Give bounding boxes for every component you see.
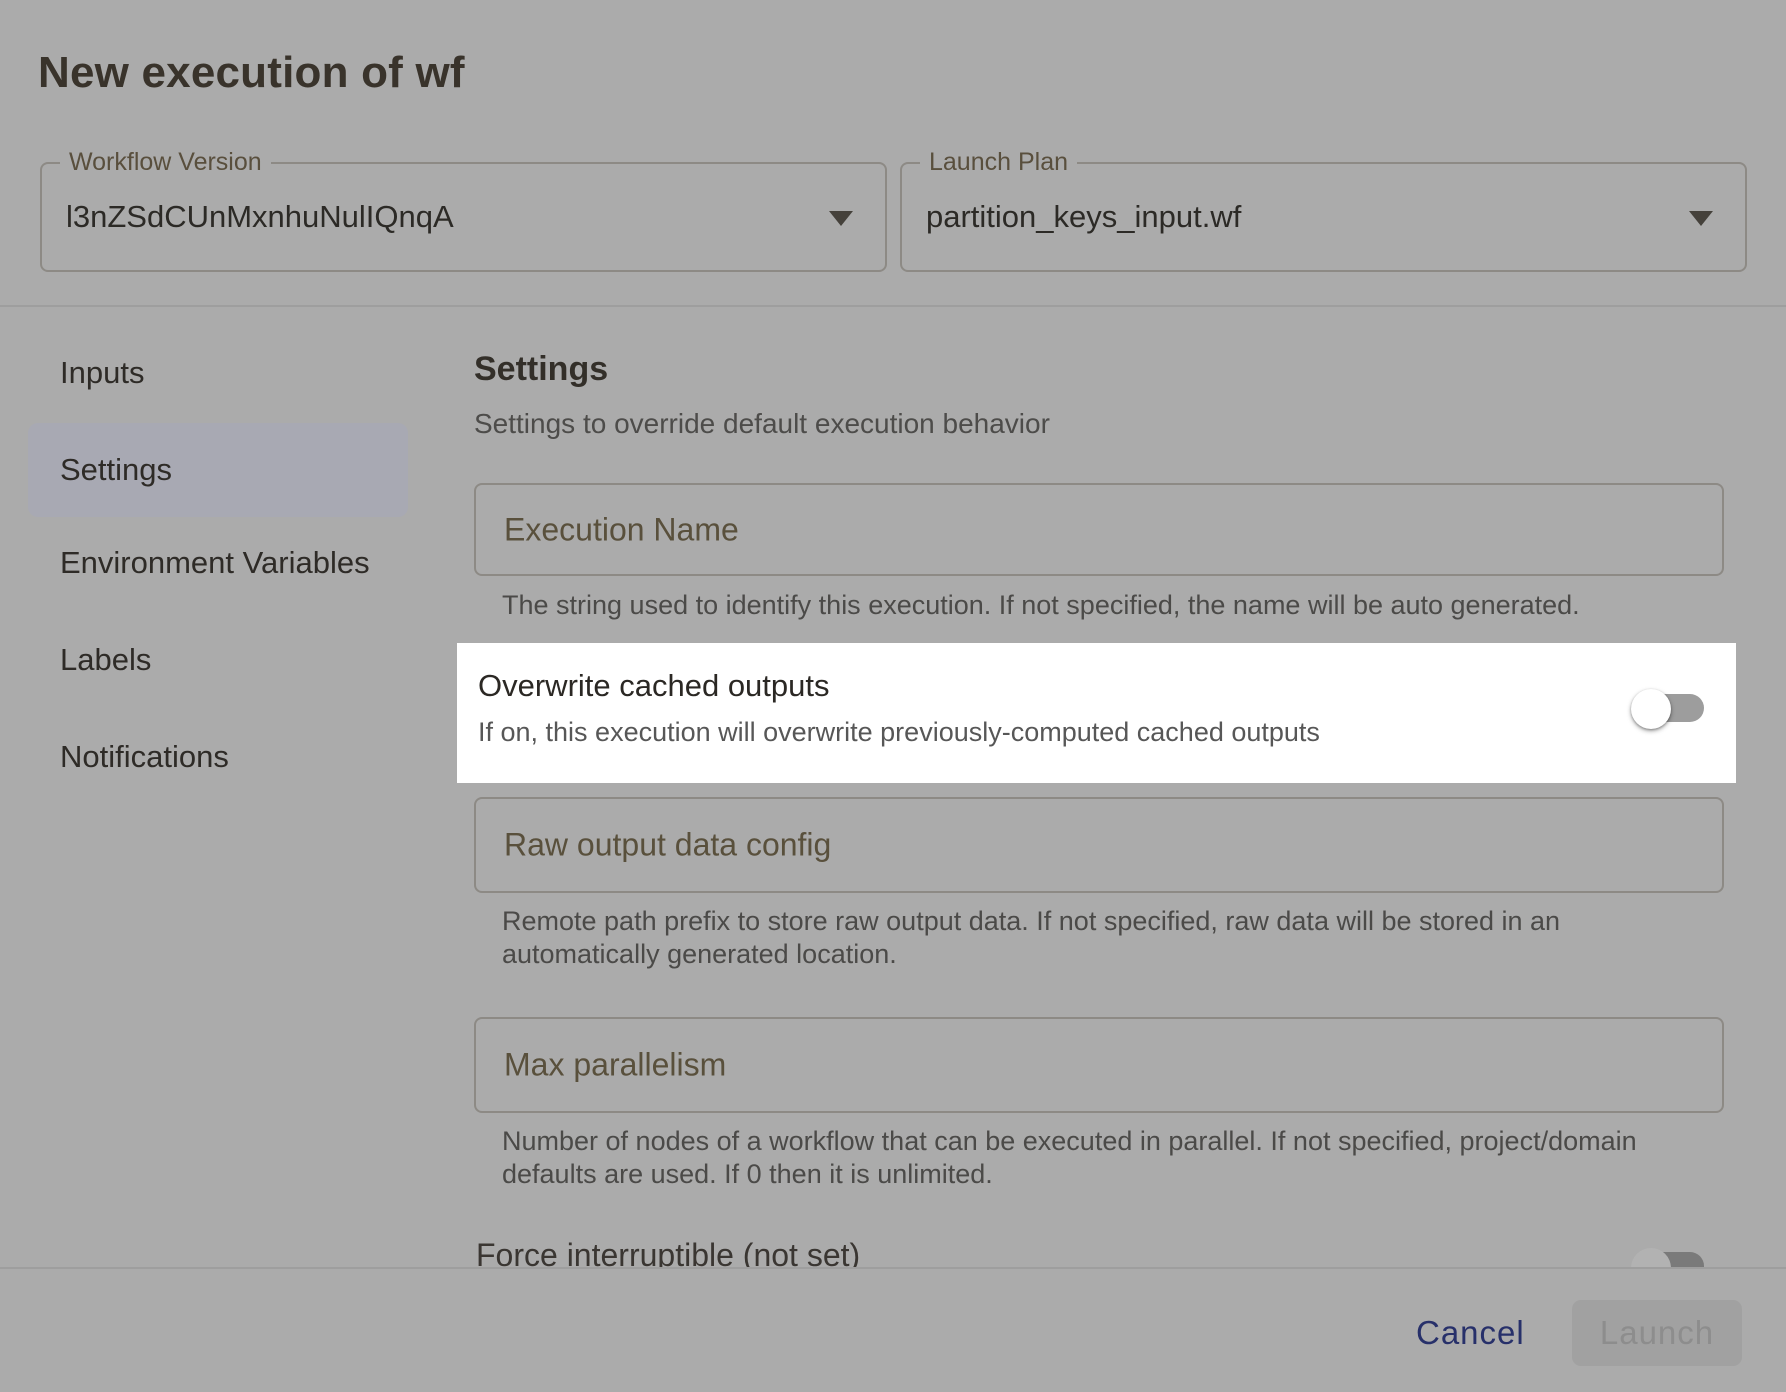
overwrite-cached-outputs-row: Overwrite cached outputs If on, this exe…: [457, 643, 1736, 783]
workflow-version-value: l3nZSdCUnMxnhuNulIQnqA: [66, 199, 454, 235]
workflow-version-label: Workflow Version: [60, 148, 271, 177]
sidebar-item-inputs[interactable]: Inputs: [28, 326, 408, 420]
max-parallelism-field[interactable]: Max parallelism: [474, 1017, 1724, 1113]
cancel-button[interactable]: Cancel: [1416, 1314, 1525, 1352]
toggle-track: [1635, 1252, 1704, 1267]
max-parallelism-helper-line-1: Number of nodes of a workflow that can b…: [502, 1126, 1637, 1157]
footer-divider: [0, 1267, 1786, 1269]
force-interruptible-row: Force interruptible (not set): [457, 1235, 1736, 1267]
force-interruptible-label: Force interruptible (not set): [476, 1237, 860, 1267]
overwrite-cached-outputs-label: Overwrite cached outputs: [478, 668, 830, 704]
execution-name-helper-text: The string used to identify this executi…: [502, 590, 1580, 621]
raw-output-helper-line-2: automatically generated location.: [502, 939, 897, 970]
toggle-knob: [1631, 1248, 1671, 1267]
settings-section-subheading: Settings to override default execution b…: [474, 408, 1050, 440]
max-parallelism-label: Max parallelism: [504, 1047, 726, 1084]
sidebar-item-environment-variables[interactable]: Environment Variables: [28, 516, 408, 610]
execution-name-label: Execution Name: [504, 511, 739, 548]
new-execution-dialog: New execution of wf Workflow Version l3n…: [0, 0, 1786, 1392]
overwrite-cached-outputs-toggle[interactable]: [457, 643, 1736, 783]
workflow-version-select[interactable]: Workflow Version l3nZSdCUnMxnhuNulIQnqA: [40, 162, 887, 272]
sidebar-item-label: Settings: [60, 452, 172, 488]
raw-output-data-config-label: Raw output data config: [504, 827, 831, 864]
sidebar-item-notifications[interactable]: Notifications: [28, 710, 408, 804]
execution-name-field[interactable]: Execution Name: [474, 483, 1724, 576]
sidebar-item-label: Environment Variables: [60, 545, 370, 581]
chevron-down-icon: [1689, 211, 1713, 226]
sidebar-item-settings[interactable]: Settings: [28, 423, 408, 517]
sidebar-item-label: Labels: [60, 642, 151, 678]
launch-button[interactable]: Launch: [1572, 1300, 1742, 1366]
dialog-title: New execution of wf: [38, 48, 465, 98]
sidebar-item-labels[interactable]: Labels: [28, 613, 408, 707]
max-parallelism-helper-line-2: defaults are used. If 0 then it is unlim…: [502, 1159, 993, 1190]
launch-plan-label: Launch Plan: [920, 148, 1077, 177]
sidebar-item-label: Inputs: [60, 355, 144, 391]
header-divider: [0, 305, 1786, 307]
sidebar-item-label: Notifications: [60, 739, 229, 775]
toggle-track: [1635, 694, 1704, 722]
launch-plan-value: partition_keys_input.wf: [926, 199, 1241, 235]
toggle-knob: [1631, 689, 1671, 729]
chevron-down-icon: [829, 211, 853, 226]
raw-output-data-config-field[interactable]: Raw output data config: [474, 797, 1724, 893]
raw-output-helper-line-1: Remote path prefix to store raw output d…: [502, 906, 1560, 937]
overwrite-cached-outputs-helper-text: If on, this execution will overwrite pre…: [478, 717, 1320, 748]
launch-plan-select[interactable]: Launch Plan partition_keys_input.wf: [900, 162, 1747, 272]
settings-section-heading: Settings: [474, 350, 608, 389]
